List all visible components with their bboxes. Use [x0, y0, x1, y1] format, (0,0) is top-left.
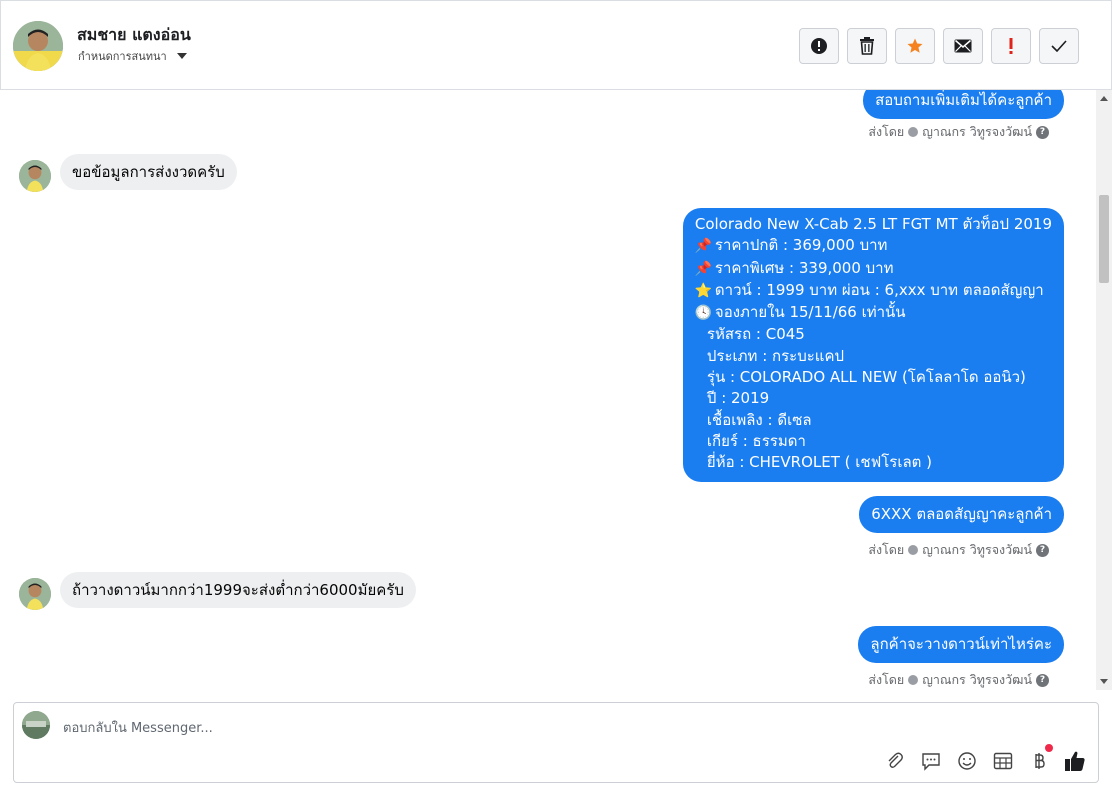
message-line: ⭐ ดาวน์ : 1999 บาท ผ่อน : 6,xxx บาท ตลอดส… [695, 280, 1052, 302]
message-line: รหัสรถ : C045 [706, 325, 805, 344]
sent-by-agent: ญาณกร วิทูรจงวัฒน์ [922, 124, 1032, 139]
message-line: เกียร์ : ธรรมดา [706, 431, 806, 450]
outgoing-message[interactable]: สอบถามเพิ่มเติมได้คะลูกค้า [863, 90, 1064, 120]
reply-input[interactable]: ตอบกลับใน Messenger... [63, 717, 213, 738]
message-text: ขอข้อมูลการส่งงวดครับ [72, 163, 225, 181]
incoming-message[interactable]: ขอข้อมูลการส่งงวดครับ [60, 154, 237, 190]
attach-button[interactable] [884, 750, 906, 772]
sent-by-info: ส่งโดย ญาณกร วิทูรจงวัฒน์ ? [868, 670, 1049, 690]
contact-avatar [19, 160, 51, 192]
sent-by-prefix: ส่งโดย [868, 672, 905, 687]
contact-name[interactable]: สมชาย แตงอ่อน [77, 23, 191, 48]
mark-unread-button[interactable] [943, 28, 983, 64]
outgoing-message[interactable]: 6XXX ตลอดสัญญาคะลูกค้า [859, 496, 1064, 534]
header-actions [799, 28, 1079, 64]
emoji-button[interactable] [956, 750, 978, 772]
help-icon[interactable]: ? [1036, 543, 1049, 557]
star-button[interactable] [895, 28, 935, 64]
sent-by-agent: ญาณกร วิทูรจงวัฒน์ [922, 672, 1032, 687]
star-icon [907, 38, 923, 53]
outgoing-message[interactable]: ลูกค้าจะวางดาวน์เท่าไหร่คะ [858, 626, 1064, 664]
notification-dot [1045, 744, 1053, 752]
envelope-icon [954, 39, 972, 53]
paperclip-icon [888, 752, 903, 768]
message-line: 📌 ราคาพิเศษ : 339,000 บาท [695, 258, 1052, 280]
payment-button[interactable] [1028, 744, 1053, 772]
message-thread[interactable]: สอบถามเพิ่มเติมได้คะลูกค้า ส่งโดย ญาณกร … [0, 90, 1096, 690]
message-line: 📌 ราคาปกติ : 369,000 บาท [695, 235, 1052, 257]
like-button[interactable] [1064, 750, 1086, 772]
trash-icon [860, 37, 874, 55]
caret-down-icon [176, 53, 187, 59]
sent-by-info: ส่งโดย ญาณกร วิทูรจงวัฒน์ ? [868, 540, 1049, 560]
page-avatar [22, 711, 50, 739]
verified-icon [908, 675, 919, 685]
sent-by-agent: ญาณกร วิทูรจงวัฒน์ [922, 542, 1032, 557]
scrollbar-thumb[interactable] [1099, 195, 1109, 283]
exclamation-mark-icon [1009, 38, 1013, 54]
outgoing-message[interactable]: Colorado New X-Cab 2.5 LT FGT MT ตัวท็อป… [682, 208, 1064, 482]
table-icon [993, 752, 1013, 770]
verified-icon [908, 127, 919, 137]
star-emoji-icon: ⭐ [694, 282, 713, 299]
conversation-header: สมชาย แตงอ่อน กำหนดการสนทนา [0, 0, 1112, 90]
thumbs-up-icon [1065, 751, 1085, 771]
message-text: ลูกค้าจะวางดาวน์เท่าไหร่คะ [870, 635, 1052, 653]
scroll-down-arrow[interactable] [1100, 679, 1108, 684]
follow-up-button[interactable] [991, 28, 1031, 64]
sent-by-prefix: ส่งโดย [868, 542, 905, 557]
message-line: รุ่น : COLORADO ALL NEW (โคโลลาโด ออนิว) [706, 368, 1026, 387]
pushpin-icon: 📌 [694, 238, 713, 255]
message-line: เชื้อเพลิง : ดีเซล [706, 410, 812, 429]
emoji-icon [958, 752, 976, 770]
incoming-message[interactable]: ถ้าวางดาวน์มากกว่า1999จะส่งต่ำกว่า6000มั… [60, 572, 416, 608]
checkmark-icon [1051, 40, 1067, 52]
reply-composer[interactable]: ตอบกลับใน Messenger... [13, 702, 1099, 783]
assign-conversation-label: กำหนดการสนทนา [78, 50, 167, 63]
sent-by-info: ส่งโดย ญาณกร วิทูรจงวัฒน์ ? [868, 122, 1049, 142]
scroll-up-arrow[interactable] [1100, 96, 1108, 101]
baht-icon [1035, 753, 1045, 769]
saved-replies-button[interactable] [920, 750, 942, 772]
report-spam-button[interactable] [799, 28, 839, 64]
message-scrollbar[interactable] [1096, 90, 1112, 690]
sent-by-prefix: ส่งโดย [868, 124, 905, 139]
message-text: ถ้าวางดาวน์มากกว่า1999จะส่งต่ำกว่า6000มั… [72, 581, 404, 599]
message-line: ปี : 2019 [706, 389, 770, 408]
verified-icon [908, 545, 919, 555]
mark-done-button[interactable] [1039, 28, 1079, 64]
contact-avatar [19, 578, 51, 610]
clock-icon: 🕓 [694, 305, 713, 322]
help-icon[interactable]: ? [1036, 125, 1049, 139]
message-text: สอบถามเพิ่มเติมได้คะลูกค้า [875, 91, 1052, 109]
contact-avatar[interactable] [13, 21, 63, 71]
appointment-button[interactable] [992, 750, 1014, 772]
composer-toolbar [884, 744, 1086, 772]
message-line: ประเภท : กระบะแคป [706, 346, 845, 365]
message-line: 🕓 จองภายใน 15/11/66 เท่านั้น [695, 302, 1052, 324]
message-text: 6XXX ตลอดสัญญาคะลูกค้า [871, 505, 1052, 523]
delete-button[interactable] [847, 28, 887, 64]
saved-replies-icon [922, 753, 940, 771]
pushpin-icon: 📌 [694, 260, 713, 277]
assign-conversation-dropdown[interactable]: กำหนดการสนทนา [78, 47, 187, 65]
message-line: ยี่ห้อ : CHEVROLET ( เชฟโรเลต ) [706, 453, 933, 472]
exclamation-circle-icon [811, 38, 827, 54]
message-line: Colorado New X-Cab 2.5 LT FGT MT ตัวท็อป… [694, 215, 1052, 233]
help-icon[interactable]: ? [1036, 673, 1049, 687]
